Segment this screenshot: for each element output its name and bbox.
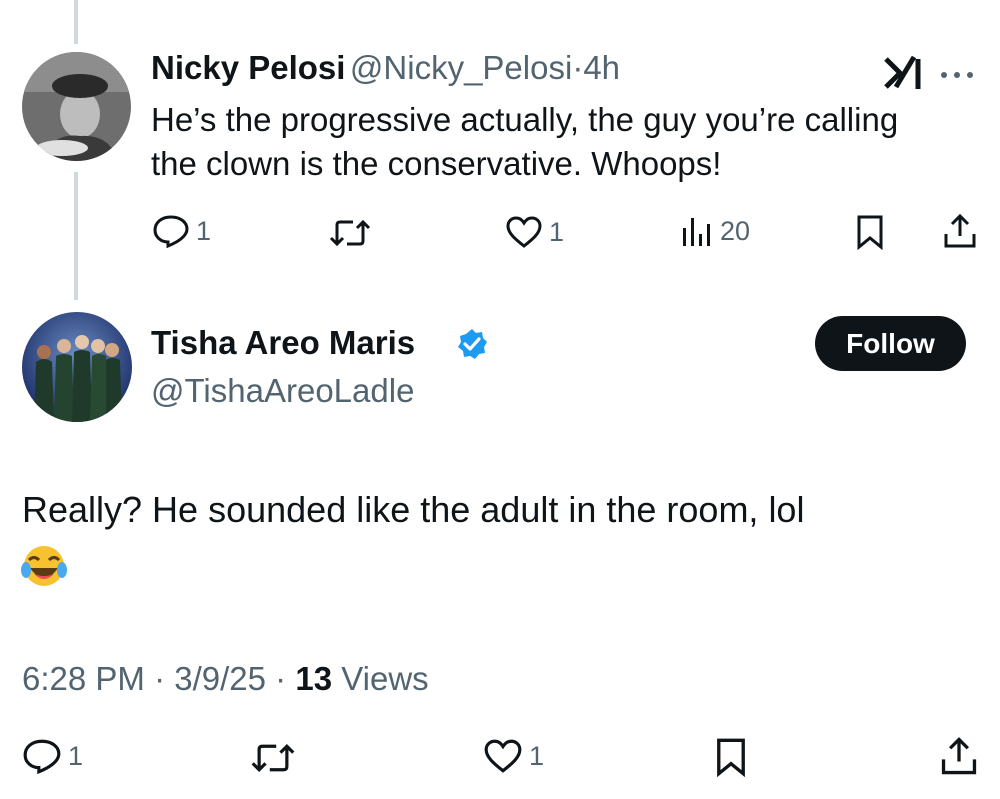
reply-icon xyxy=(23,739,61,774)
reply-time[interactable]: 4h xyxy=(583,49,620,86)
main-tweet-text: Really? He sounded like the adult in the… xyxy=(22,489,805,530)
main-reply-button[interactable]: 1 xyxy=(22,738,83,774)
main-avatar[interactable] xyxy=(22,312,132,422)
tweet-metadata: 6:28 PM · 3/9/25 · 13 Views xyxy=(22,660,429,698)
bookmark-icon xyxy=(857,215,883,250)
main-bookmark-button[interactable] xyxy=(714,737,748,777)
main-author-handle[interactable]: @TishaAreoLadle xyxy=(151,372,414,410)
grok-logo-icon[interactable] xyxy=(884,55,926,96)
main-share-button[interactable] xyxy=(940,735,978,777)
bookmark-icon xyxy=(717,738,745,777)
thread-line-top xyxy=(74,0,78,44)
heart-icon xyxy=(484,739,522,773)
reply-views-button[interactable]: 20 xyxy=(680,214,750,248)
reply-views-count: 20 xyxy=(720,215,751,246)
reply-likes-count: 1 xyxy=(549,216,565,247)
reply-bookmark-button[interactable] xyxy=(855,214,885,250)
verified-badge-icon xyxy=(456,328,488,365)
main-likes-count: 1 xyxy=(529,740,545,771)
meta-separator-1: · xyxy=(154,660,166,697)
share-icon xyxy=(941,737,977,775)
main-retweet-button[interactable] xyxy=(250,742,296,774)
main-replies-count: 1 xyxy=(68,740,84,771)
reply-text: He’s the progressive actually, the guy y… xyxy=(151,101,899,182)
reply-avatar[interactable] xyxy=(22,52,131,161)
reply-author-handle[interactable]: @Nicky_Pelosi xyxy=(350,49,572,86)
heart-icon xyxy=(506,216,542,248)
reply-retweet-button[interactable] xyxy=(329,218,371,248)
retweet-icon xyxy=(329,219,371,247)
follow-button[interactable]: Follow xyxy=(815,316,966,371)
retweet-icon xyxy=(251,744,295,772)
tweet-time[interactable]: 6:28 PM xyxy=(22,660,145,697)
more-icon[interactable] xyxy=(940,66,974,84)
tweet-date[interactable]: 3/9/25 xyxy=(174,660,266,697)
reply-separator: · xyxy=(572,49,584,86)
main-author-name[interactable]: Tisha Areo Maris xyxy=(151,324,415,362)
views-label: Views xyxy=(341,660,429,697)
reply-like-button[interactable]: 1 xyxy=(505,215,564,249)
views-count: 13 xyxy=(295,660,333,697)
meta-separator-2: · xyxy=(275,660,287,697)
thread-line-middle xyxy=(74,172,78,300)
main-like-button[interactable]: 1 xyxy=(483,738,544,774)
reply-author-name[interactable]: Nicky Pelosi xyxy=(151,49,345,86)
share-icon xyxy=(944,213,976,248)
reply-replies-count: 1 xyxy=(196,215,212,246)
reply-icon xyxy=(153,215,189,248)
views-icon xyxy=(683,218,710,246)
reply-header: Nicky Pelosi @Nicky_Pelosi·4h xyxy=(151,49,620,87)
reply-share-button[interactable] xyxy=(943,212,977,250)
face-with-tears-of-joy-icon xyxy=(20,544,68,595)
reply-reply-button[interactable]: 1 xyxy=(152,214,211,248)
